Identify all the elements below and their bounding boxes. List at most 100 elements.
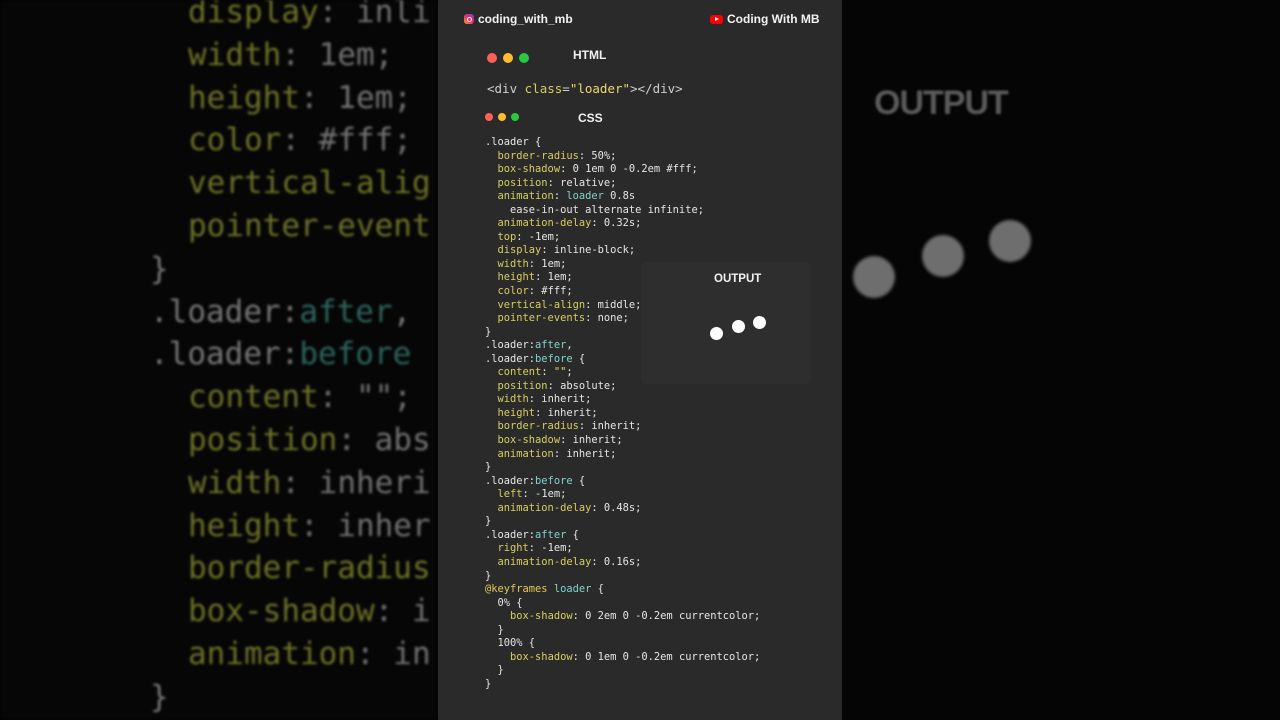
css-property: width <box>497 393 529 406</box>
background-code-line: pointer-event <box>188 205 431 248</box>
css-code-line: border-radius: 50%; <box>485 150 760 164</box>
css-value: : 1em; <box>535 271 573 284</box>
css-property: vertical-align <box>497 298 586 311</box>
bg-text: } <box>150 250 169 287</box>
css-value: ; <box>566 366 573 379</box>
css-property: animation-delay <box>497 555 592 568</box>
maximize-dot <box>519 53 529 63</box>
css-code-line: } <box>485 624 760 638</box>
css-code-line: 100% { <box>485 637 760 651</box>
css-pseudo: before <box>535 474 573 487</box>
css-value: : 50%; <box>578 149 617 162</box>
bg-value: : ""; <box>318 379 412 416</box>
html-code: <div class="loader"></div> <box>487 81 683 96</box>
css-code-line: display: inline-block; <box>485 244 760 258</box>
background-code-line: height: 1em; <box>188 77 412 120</box>
background-code-line: vertical-alig <box>188 162 431 205</box>
background-loader-dot <box>989 220 1031 262</box>
bg-punct: , <box>392 293 412 330</box>
bg-value: : inli <box>318 0 431 30</box>
css-code-line: right: -1em; <box>485 542 760 556</box>
html-window-controls <box>487 53 529 63</box>
css-punct: , <box>566 339 573 352</box>
css-selector: .loader: <box>485 339 536 352</box>
css-value: : <box>553 190 567 203</box>
css-code-line: left: -1em; <box>485 488 760 502</box>
css-value: : relative; <box>547 176 617 189</box>
css-code-line: border-radius: inherit; <box>485 420 760 434</box>
bg-value: : inher <box>299 507 431 544</box>
css-code: .loader { border-radius: 50%; box-shadow… <box>485 136 760 691</box>
css-text: 0% { <box>497 596 523 609</box>
background-code-line: animation: in <box>188 633 431 676</box>
css-punct: { <box>572 352 586 365</box>
css-text: } <box>497 664 504 677</box>
css-code-line: width: inherit; <box>485 393 760 407</box>
css-text: } <box>485 325 492 338</box>
css-section-title: CSS <box>578 111 603 125</box>
css-property: height <box>497 406 536 419</box>
css-code-line: animation-delay: 0.32s; <box>485 217 760 231</box>
css-punct: { <box>572 474 586 487</box>
css-code-line: top: -1em; <box>485 231 760 245</box>
background-loader-dot <box>853 256 895 298</box>
instagram-handle[interactable]: coding_with_mb <box>464 12 573 26</box>
css-property: box-shadow <box>497 163 561 176</box>
html-attr-value: "loader" <box>569 81 631 96</box>
background-code-line: box-shadow: i <box>188 590 431 633</box>
css-property: position <box>497 176 548 189</box>
css-punct: { <box>566 528 579 541</box>
background-code-line: position: abs <box>188 419 431 462</box>
css-text: } <box>485 569 492 582</box>
css-value: : inherit; <box>528 393 592 406</box>
bg-property: position <box>188 422 338 458</box>
css-value-string: "" <box>553 366 567 379</box>
bg-property: width <box>188 464 282 501</box>
css-code-line: .loader { <box>485 136 760 150</box>
instagram-icon <box>464 14 474 24</box>
css-text: } <box>485 515 492 528</box>
css-text: ease-in-out alternate infinite; <box>510 203 704 216</box>
css-value: 0.8s <box>603 190 636 203</box>
background-code-line: color: #fff; <box>188 119 412 162</box>
close-dot <box>485 113 493 121</box>
css-property: width <box>497 257 529 270</box>
css-value: : inherit; <box>553 447 617 460</box>
bg-value: : 1em; <box>281 36 394 73</box>
bg-value: : inheri <box>281 464 431 501</box>
background-code-line: display: inli <box>188 0 431 34</box>
css-text: } <box>497 623 504 636</box>
css-value: : <box>541 366 554 379</box>
output-preview: OUTPUT <box>641 262 811 384</box>
css-code-line: } <box>485 570 760 584</box>
loader-dot-left <box>710 327 723 340</box>
css-value-name: loader <box>566 190 604 203</box>
bg-property: box-shadow <box>188 593 375 630</box>
html-eq: = <box>562 81 570 96</box>
background-code-line: width: 1em; <box>188 34 393 77</box>
bg-property: color <box>188 122 282 159</box>
css-code-line: .loader:before { <box>485 475 760 489</box>
bg-selector: .loader: <box>150 336 300 373</box>
css-value: : #fff; <box>528 285 573 298</box>
css-at-rule: @keyframes <box>485 583 548 596</box>
css-selector: .loader: <box>485 352 536 365</box>
youtube-channel[interactable]: Coding With MB <box>710 12 820 26</box>
background-code-line: content: ""; <box>188 376 412 419</box>
css-property: left <box>497 488 523 501</box>
